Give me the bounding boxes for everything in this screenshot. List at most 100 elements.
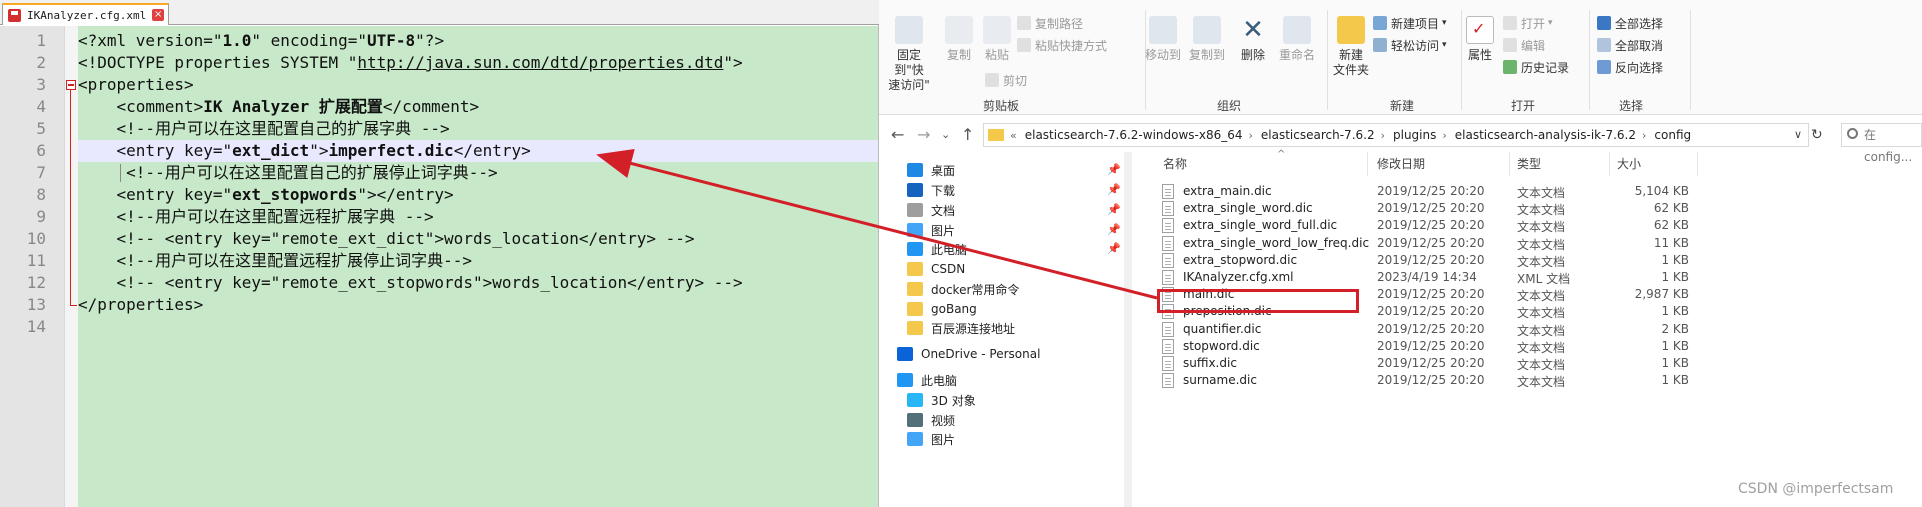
nav-item[interactable]: goBang <box>907 299 977 319</box>
code-line[interactable]: 10 <!-- <entry key="remote_ext_dict">wor… <box>0 228 879 250</box>
column-divider[interactable] <box>1509 152 1510 176</box>
select-none-button[interactable]: 全部取消 <box>1597 36 1663 54</box>
file-row[interactable]: surname.dic 2019/12/25 20:20 文本文档 1 KB <box>1159 372 1742 390</box>
breadcrumb-overflow[interactable]: « <box>1010 129 1017 142</box>
pin-icon[interactable]: 📌 <box>1107 163 1121 176</box>
code-line[interactable]: 4 <comment>IK Analyzer 扩展配置</comment> <box>0 96 879 118</box>
code-line[interactable]: 13 </properties> <box>0 294 879 316</box>
ribbon-separator <box>1589 10 1590 110</box>
column-header-name[interactable]: 名称 <box>1163 155 1187 172</box>
pin-quick-access-button[interactable]: 固定到"快 速访问" <box>883 16 935 93</box>
file-row[interactable]: quantifier.dic 2019/12/25 20:20 文本文档 2 KB <box>1159 321 1742 339</box>
copy-button[interactable]: 复制 <box>941 16 977 63</box>
nav-item[interactable]: 此电脑 <box>897 370 957 390</box>
delete-button[interactable]: ✕ 删除 <box>1235 16 1271 63</box>
breadcrumb-separator[interactable]: › <box>1442 129 1446 142</box>
file-row[interactable]: extra_single_word.dic 2019/12/25 20:20 文本文… <box>1159 200 1742 218</box>
forward-button[interactable]: → <box>917 125 930 144</box>
code-line[interactable]: 12 <!-- <entry key="remote_ext_stopwords… <box>0 272 879 294</box>
line-number: 13 <box>26 295 46 314</box>
pin-icon[interactable]: 📌 <box>1107 203 1121 216</box>
nav-item[interactable]: docker常用命令 <box>907 279 1019 299</box>
open-button[interactable]: 打开 ▾ <box>1503 14 1553 32</box>
back-button[interactable]: ← <box>891 125 904 144</box>
new-item-button[interactable]: 新建项目 ▾ <box>1373 14 1447 32</box>
code-line[interactable]: 14 <box>0 316 879 338</box>
up-button[interactable]: ↑ <box>961 125 974 144</box>
breadcrumb-separator[interactable]: › <box>1249 129 1253 142</box>
file-size: 1 KB <box>1661 304 1689 319</box>
nav-item[interactable]: 图片 <box>907 429 955 449</box>
pin-icon[interactable]: 📌 <box>1107 183 1121 196</box>
column-divider[interactable] <box>1609 152 1610 176</box>
move-to-label: 移动到 <box>1144 48 1181 62</box>
file-row[interactable]: extra_single_word_low_freq.dic 2019/12/25… <box>1159 235 1742 253</box>
breadcrumb-separator[interactable]: › <box>1381 129 1385 142</box>
nav-item[interactable]: 百辰源连接地址 <box>907 318 1015 338</box>
cut-button[interactable]: 剪切 <box>985 71 1027 89</box>
code-line[interactable]: 3 <properties> <box>0 74 879 96</box>
code-line[interactable]: 1 <?xml version="1.0" encoding="UTF-8"?> <box>0 30 879 52</box>
file-row[interactable]: extra_single_word_full.dic 2019/12/25 20:… <box>1159 217 1742 235</box>
edit-button[interactable]: 编辑 <box>1503 36 1545 54</box>
pin-icon[interactable]: 📌 <box>1107 223 1121 236</box>
navigation-pane-scrollbar[interactable] <box>1124 152 1132 507</box>
new-folder-button[interactable]: 新建 文件夹 <box>1327 16 1375 78</box>
nav-item[interactable]: 文档 <box>907 200 955 220</box>
easy-access-button[interactable]: 轻松访问 ▾ <box>1373 36 1447 54</box>
nav-item[interactable]: 图片 <box>907 220 955 240</box>
file-row[interactable]: stopword.dic 2019/12/25 20:20 文本文档 1 KB <box>1159 338 1742 356</box>
column-header-date[interactable]: 修改日期 <box>1377 155 1425 172</box>
file-name: extra_main.dic <box>1183 184 1272 198</box>
copy-to-button[interactable]: 复制到 <box>1185 16 1229 63</box>
file-row[interactable]: suffix.dic 2019/12/25 20:20 文本文档 1 KB <box>1159 355 1742 373</box>
breadcrumb-item[interactable]: elasticsearch-7.6.2-windows-x86_64 <box>1025 128 1243 142</box>
paste-button[interactable]: 粘贴 <box>979 16 1015 63</box>
breadcrumb-separator[interactable]: › <box>1642 129 1646 142</box>
address-dropdown-icon[interactable]: ∨ <box>1794 128 1802 141</box>
file-row[interactable]: IKAnalyzer.cfg.xml 2023/4/19 14:34 XML 文档 1… <box>1159 269 1742 287</box>
column-header-size[interactable]: 大小 <box>1617 155 1641 172</box>
code-line[interactable]: 6 <entry key="ext_dict">imperfect.dic</e… <box>0 140 879 162</box>
column-header-type[interactable]: 类型 <box>1517 155 1541 172</box>
properties-button[interactable]: ✓ 属性 <box>1463 16 1497 63</box>
nav-item[interactable]: 视频 <box>907 410 955 430</box>
select-all-button[interactable]: 全部选择 <box>1597 14 1663 32</box>
nav-item[interactable]: 桌面 <box>907 160 955 180</box>
nav-item[interactable]: 下载 <box>907 180 955 200</box>
nav-item[interactable]: 3D 对象 <box>907 390 976 410</box>
nav-item[interactable]: OneDrive - Personal <box>897 344 1040 364</box>
breadcrumb-item[interactable]: config <box>1654 128 1691 142</box>
move-to-button[interactable]: 移动到 <box>1141 16 1185 63</box>
paste-shortcut-button[interactable]: 粘贴快捷方式 <box>1017 36 1107 54</box>
fold-collapse-icon[interactable] <box>66 80 76 90</box>
code-line[interactable]: 8 <entry key="ext_stopwords"></entry> <box>0 184 879 206</box>
search-input[interactable]: 在 config... <box>1841 123 1922 164</box>
code-line[interactable]: 5 <!--用户可以在这里配置自己的扩展字典 --> <box>0 118 879 140</box>
breadcrumb-item[interactable]: plugins <box>1393 128 1436 142</box>
column-divider[interactable] <box>1697 152 1698 176</box>
nav-item[interactable]: CSDN <box>907 259 965 279</box>
code-line[interactable]: 11 <!--用户可以在这里配置远程扩展停止词字典--> <box>0 250 879 272</box>
rename-button[interactable]: 重命名 <box>1275 16 1319 63</box>
recent-locations-button[interactable]: ⌄ <box>941 128 950 141</box>
code-line[interactable]: 7 <!--用户可以在这里配置自己的扩展停止词字典--> <box>0 162 879 184</box>
history-button[interactable]: 历史记录 <box>1503 58 1569 76</box>
nav-item[interactable]: 此电脑 <box>907 239 967 259</box>
file-row[interactable]: extra_main.dic 2019/12/25 20:20 文本文档 5,104 … <box>1159 183 1742 201</box>
code-line[interactable]: 2 <!DOCTYPE properties SYSTEM "http://jav… <box>0 52 879 74</box>
breadcrumb-item[interactable]: elasticsearch-analysis-ik-7.6.2 <box>1455 128 1636 142</box>
pin-icon[interactable]: 📌 <box>1107 242 1121 255</box>
invert-selection-button[interactable]: 反向选择 <box>1597 58 1663 76</box>
breadcrumb-item[interactable]: elasticsearch-7.6.2 <box>1261 128 1375 142</box>
file-row[interactable]: extra_stopword.dic 2019/12/25 20:20 文本文档 1 … <box>1159 252 1742 270</box>
editor-tab-ikanalyzer[interactable]: IKAnalyzer.cfg.xml × <box>2 3 170 25</box>
pictures-icon <box>907 223 923 237</box>
column-divider[interactable] <box>1367 152 1368 176</box>
file-size: 11 KB <box>1653 235 1689 250</box>
code-line[interactable]: 9 <!--用户可以在这里配置远程扩展字典 --> <box>0 206 879 228</box>
copy-path-button[interactable]: 复制路径 <box>1017 14 1083 32</box>
close-tab-icon[interactable]: × <box>152 9 165 21</box>
refresh-button[interactable]: ↻ <box>1811 127 1823 143</box>
address-bar[interactable]: « elasticsearch-7.6.2-windows-x86_64 › ela… <box>983 123 1809 147</box>
